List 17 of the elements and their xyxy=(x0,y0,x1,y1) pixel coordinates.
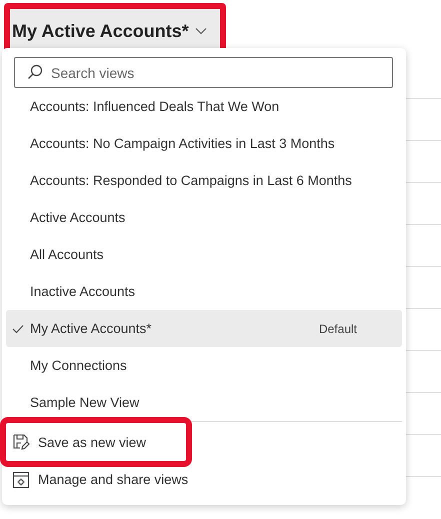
checkmark-icon xyxy=(12,324,24,334)
search-field[interactable]: Search views xyxy=(14,57,393,88)
view-menu-item[interactable]: Inactive Accounts xyxy=(6,273,402,310)
save-edit-icon xyxy=(12,433,30,451)
view-menu-item[interactable]: All Accounts xyxy=(6,236,402,273)
view-menu-item[interactable]: Accounts: Influenced Deals That We Won xyxy=(6,88,402,125)
gear-window-icon xyxy=(12,470,30,488)
view-menu-item[interactable]: Accounts: Responded to Campaigns in Last 6 Months xyxy=(6,162,402,199)
view-menu-item[interactable]: Sample New View xyxy=(6,384,402,421)
view-menu-item[interactable]: My Active Accounts* Default xyxy=(6,310,402,347)
view-menu-item[interactable]: My Connections xyxy=(6,347,402,384)
default-label: Default xyxy=(318,322,357,336)
view-menu-item[interactable]: Active Accounts xyxy=(6,199,402,236)
search-icon xyxy=(27,64,43,80)
menu-action-item[interactable]: Save as new view xyxy=(6,423,186,461)
chevron-down-icon xyxy=(194,27,207,35)
view-menu-item[interactable]: Accounts: No Campaign Activities in Last 3 Months xyxy=(6,125,402,162)
